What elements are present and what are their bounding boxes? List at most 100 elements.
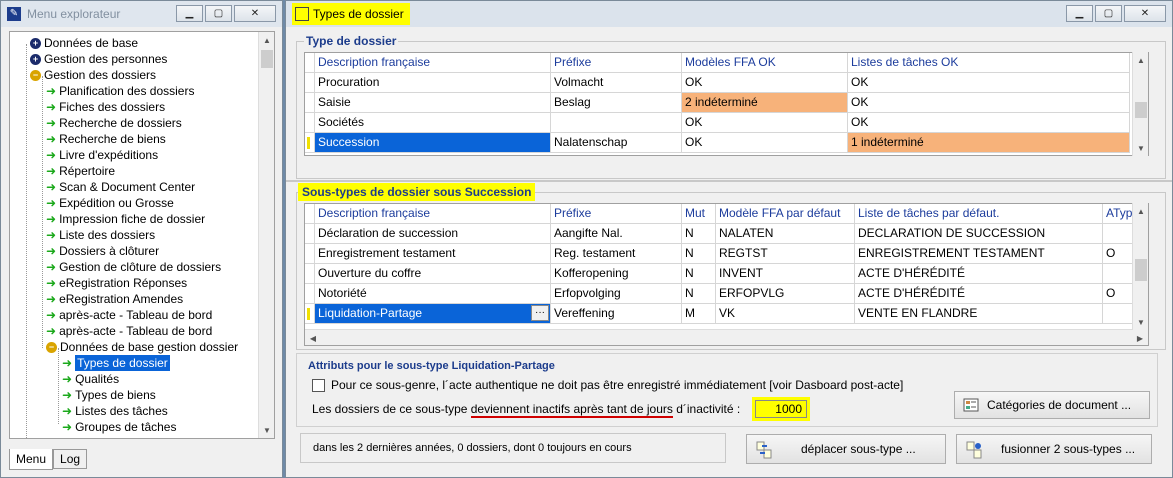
scroll-right-icon[interactable]: ▶ <box>1132 330 1148 345</box>
enregistrement-option[interactable]: Pour ce sous-genre, l´acte authentique n… <box>312 378 903 392</box>
tree-item[interactable]: ➜ Recherche de biens <box>46 131 166 147</box>
table-cell[interactable]: Nalatenschap <box>551 133 682 153</box>
table-cell[interactable]: 1 indéterminé <box>848 133 1130 153</box>
main-maximize-button[interactable]: ▢ <box>1095 5 1122 22</box>
table-cell[interactable]: ACTE D'HÉRÉDITÉ <box>855 264 1103 284</box>
tree-item[interactable]: ➜ après-acte - Tableau de bord <box>46 323 212 339</box>
tree-item[interactable]: ➜ Listes des tâches <box>62 403 168 419</box>
scroll-up-icon[interactable]: ▲ <box>1133 52 1149 68</box>
tree-item[interactable]: ➜ après-acte - Tableau de bord <box>46 307 212 323</box>
enregistrement-checkbox[interactable] <box>312 378 325 392</box>
column-header[interactable]: Mut <box>682 204 716 224</box>
tree-item[interactable]: ➜ Expédition ou Grosse <box>46 195 174 211</box>
merge-subtypes-button[interactable]: fusionner 2 sous-types ... <box>956 434 1152 464</box>
column-header[interactable]: Modèles FFA OK <box>682 53 848 73</box>
scroll-up-icon[interactable]: ▲ <box>259 32 274 48</box>
tree-item[interactable]: ➜ Livre d'expéditions <box>46 147 158 163</box>
column-header[interactable]: Description française <box>315 53 551 73</box>
tree-item[interactable]: ➜ Recherche de dossiers <box>46 115 182 131</box>
tree-item[interactable]: − Données de base gestion dossier <box>46 339 238 355</box>
scroll-thumb[interactable] <box>261 50 273 68</box>
categories-button[interactable]: Catégories de document ... <box>954 391 1150 419</box>
table-row[interactable]: Ouverture du coffre Kofferopening N INVENT A… <box>305 264 1139 284</box>
table-row[interactable]: Procuration Volmacht OK OK <box>305 73 1130 93</box>
subtypes-vscroll[interactable]: ▲ ▼ <box>1132 203 1148 330</box>
tree-item[interactable]: ➜ Fiches des dossiers <box>46 99 165 115</box>
table-row[interactable]: Liquidation-Partage ··· Vereffening M VK VENT… <box>305 304 1139 324</box>
tab-log[interactable]: Log <box>53 449 88 469</box>
inactive-days-input[interactable]: 1000 <box>755 400 807 418</box>
tree-item[interactable]: ➜ Planification des dossiers <box>46 83 194 99</box>
table-cell[interactable]: OK <box>682 113 848 133</box>
table-cell[interactable]: OK <box>848 113 1130 133</box>
close-button[interactable]: ✕ <box>234 5 276 22</box>
tree-item[interactable]: ➜ Qualités <box>62 371 119 387</box>
table-cell[interactable]: Succession <box>315 133 551 153</box>
column-header[interactable]: Listes de tâches OK <box>848 53 1130 73</box>
scroll-up-icon[interactable]: ▲ <box>1133 203 1149 219</box>
table-cell[interactable]: ACTE D'HÉRÉDITÉ <box>855 284 1103 304</box>
tab-menu[interactable]: Menu <box>9 449 54 470</box>
tree-item[interactable]: ➜ Types de dossier <box>62 355 170 371</box>
table-cell[interactable]: OK <box>682 73 848 93</box>
table-cell[interactable]: Enregistrement testament <box>315 244 551 264</box>
table-cell[interactable]: N <box>682 264 716 284</box>
column-header[interactable]: Préfixe <box>551 204 682 224</box>
table-cell[interactable]: DECLARATION DE SUCCESSION <box>855 224 1103 244</box>
table-cell[interactable]: Aangifte Nal. <box>551 224 682 244</box>
table-row[interactable]: Succession Nalatenschap OK 1 indéterminé <box>305 133 1130 153</box>
table-cell[interactable]: ENREGISTREMENT TESTAMENT <box>855 244 1103 264</box>
table-cell[interactable]: OK <box>682 133 848 153</box>
tree-item[interactable]: ➜ Liste des dossiers <box>46 227 155 243</box>
table-cell[interactable]: Ouverture du coffre <box>315 264 551 284</box>
tree-item[interactable]: ➜ Groupes de tâches <box>62 419 176 435</box>
table-cell[interactable]: Notoriété <box>315 284 551 304</box>
column-header[interactable]: Préfixe <box>551 53 682 73</box>
ellipsis-button[interactable]: ··· <box>531 305 549 321</box>
table-row[interactable]: Saisie Beslag 2 indéterminé OK <box>305 93 1130 113</box>
table-cell[interactable]: 2 indéterminé <box>682 93 848 113</box>
tree-item[interactable]: + Gestion des personnes <box>30 51 167 67</box>
table-row[interactable]: Sociétés OK OK <box>305 113 1130 133</box>
main-close-button[interactable]: ✕ <box>1124 5 1166 22</box>
tree-item[interactable]: ➜ Types de biens <box>62 387 156 403</box>
main-minimize-button[interactable]: ▁ <box>1066 5 1093 22</box>
scroll-thumb[interactable] <box>1135 102 1147 118</box>
tree-item[interactable]: ➜ eRegistration Amendes <box>46 291 183 307</box>
table-cell[interactable]: N <box>682 244 716 264</box>
splitter[interactable] <box>286 180 1172 182</box>
scroll-down-icon[interactable]: ▼ <box>1133 314 1149 330</box>
table-cell[interactable]: OK <box>848 93 1130 113</box>
table-cell[interactable]: Déclaration de succession <box>315 224 551 244</box>
table-cell[interactable]: REGTST <box>716 244 855 264</box>
table-cell[interactable]: Sociétés <box>315 113 551 133</box>
table-cell[interactable]: Procuration <box>315 73 551 93</box>
tree-scrollbar[interactable]: ▲ ▼ <box>258 32 274 438</box>
table-cell[interactable]: ERFOPVLG <box>716 284 855 304</box>
table-row[interactable]: Notoriété Erfopvolging N ERFOPVLG ACTE D'HÉR… <box>305 284 1139 304</box>
scroll-left-icon[interactable]: ◀ <box>305 330 321 345</box>
tree-item[interactable]: ➜ Impression fiche de dossier <box>46 211 205 227</box>
maximize-button[interactable]: ▢ <box>205 5 232 22</box>
table-cell[interactable]: INVENT <box>716 264 855 284</box>
tree-item[interactable]: +Gestion des frais d'acte <box>30 435 169 438</box>
table-cell[interactable]: N <box>682 224 716 244</box>
move-subtype-button[interactable]: déplacer sous-type ... <box>746 434 946 464</box>
tree-item[interactable]: ➜ Dossiers à clôturer <box>46 243 159 259</box>
table-cell[interactable]: N <box>682 284 716 304</box>
table-cell[interactable]: Reg. testament <box>551 244 682 264</box>
column-header[interactable]: Liste de tâches par défaut. <box>855 204 1103 224</box>
minimize-button[interactable]: ▁ <box>176 5 203 22</box>
table-cell[interactable]: Liquidation-Partage ··· <box>315 304 551 324</box>
tree-item[interactable]: ➜ eRegistration Réponses <box>46 275 187 291</box>
column-header[interactable]: Description française <box>315 204 551 224</box>
tree-item[interactable]: ➜ Gestion de clôture de dossiers <box>46 259 221 275</box>
table-row[interactable]: Déclaration de succession Aangifte Nal. N N… <box>305 224 1139 244</box>
table-cell[interactable]: NALATEN <box>716 224 855 244</box>
tree-item[interactable]: ➜ Scan & Document Center <box>46 179 195 195</box>
types-grid-scrollbar[interactable]: ▲ ▼ <box>1132 52 1148 156</box>
table-cell[interactable] <box>551 113 682 133</box>
table-cell[interactable]: M <box>682 304 716 324</box>
scroll-down-icon[interactable]: ▼ <box>1133 140 1149 156</box>
table-cell[interactable]: Erfopvolging <box>551 284 682 304</box>
